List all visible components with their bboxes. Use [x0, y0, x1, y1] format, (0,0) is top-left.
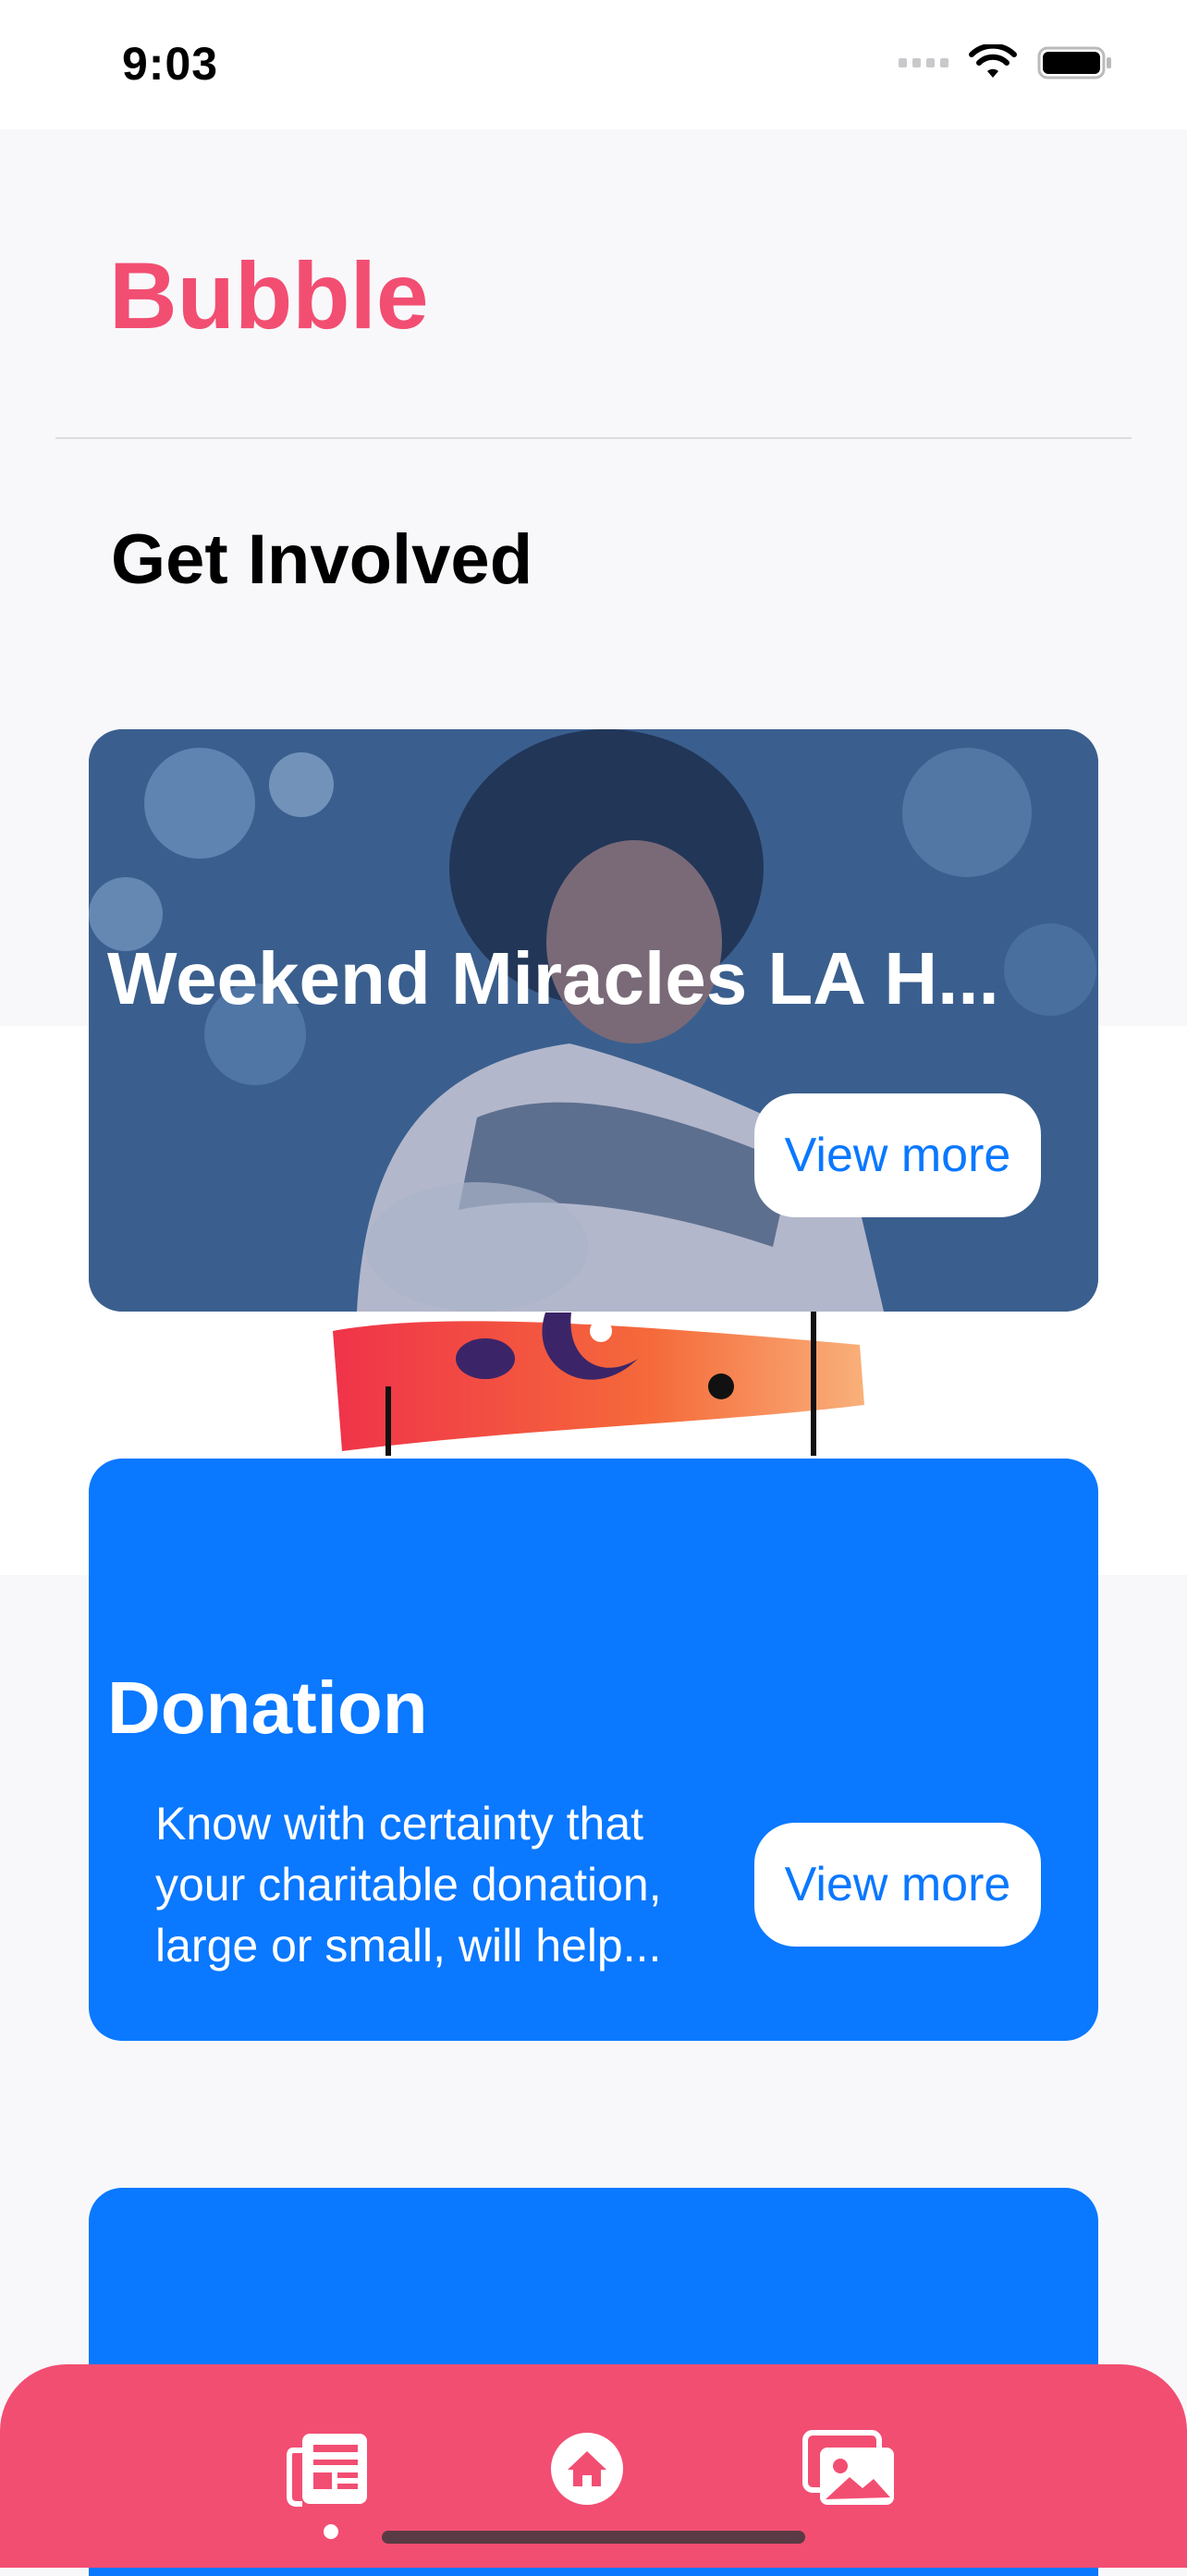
card-title: Weekend Miracles LA H...: [107, 937, 999, 1019]
wifi-icon: [969, 44, 1017, 78]
status-bar: 9:03: [0, 0, 1187, 129]
app-title: Bubble: [109, 243, 429, 348]
cellular-signal-icon: [899, 58, 948, 67]
card-description: Know with certainty that your charitable…: [155, 1798, 662, 1972]
home-icon: [551, 2433, 623, 2505]
newspaper-icon: [287, 2434, 367, 2507]
event-card[interactable]: Weekend Miracles LA H... View more: [89, 729, 1098, 1312]
status-icons: [899, 44, 1113, 81]
card-title: Donation: [107, 1666, 428, 1749]
battery-icon: [1037, 46, 1111, 79]
donation-card[interactable]: Donation Know with certainty that your c…: [89, 1459, 1098, 2041]
tab-news[interactable]: [277, 2418, 379, 2520]
status-time: 9:03: [122, 38, 219, 90]
tab-home[interactable]: [536, 2418, 638, 2520]
view-more-button[interactable]: View more: [754, 1823, 1041, 1947]
view-more-button[interactable]: View more: [754, 1093, 1041, 1217]
photos-icon: [802, 2430, 894, 2505]
active-tab-indicator: [324, 2524, 338, 2539]
brush-stroke-logo: [333, 1303, 864, 1456]
section-title: Get Involved: [111, 520, 533, 599]
header-divider: [55, 437, 1132, 439]
home-indicator: [382, 2531, 805, 2544]
tab-gallery[interactable]: [799, 2418, 900, 2520]
